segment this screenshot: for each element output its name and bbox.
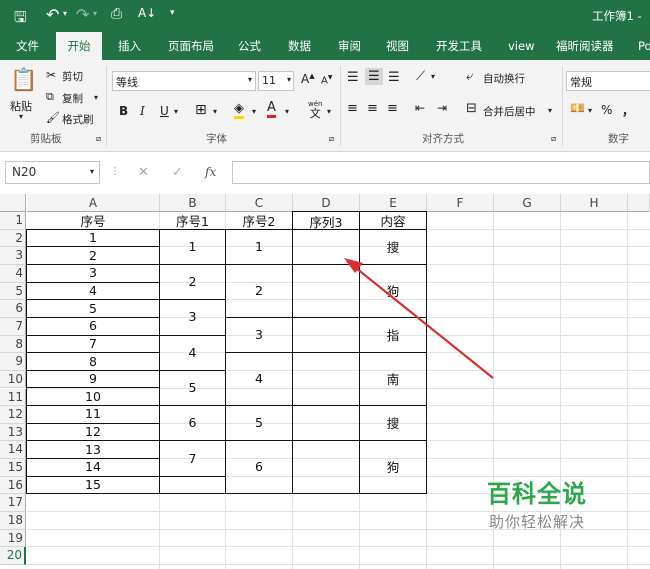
watermark-subtitle: 助你轻松解决 (488, 513, 585, 531)
tab-view-en[interactable]: view (508, 32, 534, 60)
tab-page-layout[interactable]: 页面布局 (168, 32, 214, 60)
wrap-text-icon[interactable]: ⤶ (466, 69, 473, 84)
font-launcher-icon[interactable]: ⧄ (329, 134, 334, 144)
clipboard-launcher-icon[interactable]: ⧄ (96, 134, 101, 144)
ribbon: 📋 粘贴 ▾ ✂ 剪切 ⧉ 复制 ▾ 🖌 格式刷 剪贴板 ⧄ 等线 ▾ 11 ▾… (0, 60, 650, 152)
name-box[interactable]: N20 ▾ (5, 161, 100, 184)
italic-button[interactable]: I (140, 104, 145, 118)
tab-file[interactable]: 文件 (16, 32, 39, 60)
align-top-icon[interactable]: ☰ (347, 70, 359, 85)
alignment-group-label: 对齐方式 (422, 133, 464, 145)
alignment-launcher-icon[interactable]: ⧄ (551, 134, 556, 144)
underline-button[interactable]: U (160, 104, 169, 118)
document-title: 工作簿1 - (592, 9, 642, 23)
chevron-down-icon[interactable]: ▾ (285, 107, 289, 116)
sort-icon[interactable]: A↓ (138, 6, 156, 20)
merge-center-button[interactable]: 合并后居中 (483, 104, 536, 119)
chevron-down-icon: ▾ (247, 75, 252, 84)
chevron-down-icon[interactable]: ▾ (327, 107, 331, 116)
cut-button[interactable]: 剪切 (62, 69, 83, 84)
redo-dropdown-icon[interactable]: ▾ (93, 9, 97, 18)
tab-review[interactable]: 审阅 (338, 32, 361, 60)
orientation-icon[interactable]: ⟋ (416, 69, 425, 84)
formula-bar: N20 ▾ ⋮ ✕ ✓ fx (0, 152, 650, 194)
phonetic-char: 文 (309, 107, 321, 120)
font-name-value: 等线 (116, 76, 138, 89)
wrap-text-button[interactable]: 自动换行 (483, 71, 525, 86)
tab-formulas[interactable]: 公式 (238, 32, 261, 60)
decrease-indent-icon[interactable]: ⇤ (415, 101, 425, 115)
arrow-shaft (355, 267, 494, 379)
currency-icon[interactable]: 💴 (570, 101, 585, 115)
formula-input[interactable] (232, 161, 650, 184)
watermark-title: 百科全说 (487, 480, 587, 508)
bold-button[interactable]: B (119, 104, 128, 118)
chevron-down-icon[interactable]: ▾ (431, 72, 435, 81)
chevron-down-icon[interactable]: ▾ (548, 106, 552, 115)
divider (340, 66, 341, 146)
chevron-down-icon[interactable]: ▾ (588, 106, 592, 115)
customize-toolbar-icon[interactable]: ▾ (170, 8, 175, 18)
align-center-icon[interactable]: ≡ (367, 101, 378, 116)
tab-more[interactable]: Po (638, 32, 650, 60)
font-name-select[interactable]: 等线 ▾ (112, 71, 256, 91)
chevron-down-icon[interactable]: ▾ (213, 107, 217, 116)
number-format-value: 常规 (570, 76, 592, 89)
align-left-icon[interactable]: ≡ (347, 101, 358, 116)
cancel-icon[interactable]: ✕ (138, 165, 149, 180)
chevron-down-icon[interactable]: ▾ (174, 107, 178, 116)
redo-icon[interactable]: ↷ (76, 5, 89, 24)
tab-foxit-reader[interactable]: 福昕阅读器 (556, 32, 614, 60)
percent-button[interactable]: % (601, 103, 612, 117)
print-preview-icon[interactable]: ⎙ (111, 6, 122, 22)
tab-insert[interactable]: 插入 (118, 32, 141, 60)
font-group-label: 字体 (206, 133, 227, 145)
number-group-label: 数字 (608, 133, 629, 145)
font-size-value: 11 (262, 74, 276, 87)
undo-icon[interactable]: ↶ (46, 5, 59, 24)
cut-icon[interactable]: ✂ (46, 68, 56, 82)
format-painter-button[interactable]: 格式刷 (62, 112, 94, 127)
borders-icon[interactable]: ⊞ (195, 102, 207, 118)
align-middle-icon[interactable]: ☰ (365, 68, 383, 85)
enter-icon[interactable]: ✓ (172, 165, 183, 180)
align-bottom-icon[interactable]: ☰ (388, 70, 400, 85)
spreadsheet-grid[interactable]: ABCDEFGH 1 2 3 4 5 6 7 8 9 10 11 12 13 14 15 16 17 18 19 20… (0, 194, 650, 569)
tab-view[interactable]: 视图 (386, 32, 409, 60)
align-right-icon[interactable]: ≡ (387, 101, 398, 116)
chevron-down-icon[interactable]: ▾ (252, 107, 256, 116)
paste-icon[interactable]: 📋 (10, 68, 37, 93)
phonetic-guide-icon[interactable]: wén 文 (308, 99, 322, 120)
name-box-value: N20 (12, 165, 37, 179)
number-format-select[interactable]: 常规 (566, 71, 650, 91)
tab-data[interactable]: 数据 (288, 32, 311, 60)
tab-developer[interactable]: 开发工具 (436, 32, 482, 60)
copy-button[interactable]: 复制 (62, 91, 83, 106)
ribbon-tab-bar: 文件 开始 插入 页面布局 公式 数据 审阅 视图 开发工具 view 福昕阅读… (0, 32, 650, 60)
copy-icon[interactable]: ⧉ (46, 90, 54, 104)
chevron-down-icon: ▾ (286, 75, 291, 84)
clipboard-group-label: 剪贴板 (30, 133, 62, 145)
tab-home[interactable]: 开始 (56, 32, 102, 60)
more-options-icon[interactable]: ⋮ (110, 166, 120, 177)
increase-font-icon[interactable]: A▲ (301, 72, 315, 86)
insert-function-button[interactable]: fx (205, 165, 216, 179)
paste-dropdown-icon[interactable]: ▾ (19, 112, 23, 121)
divider (562, 66, 563, 146)
increase-indent-icon[interactable]: ⇥ (437, 101, 447, 115)
copy-dropdown-icon[interactable]: ▾ (94, 93, 98, 102)
chevron-down-icon: ▾ (89, 167, 94, 176)
font-color-icon[interactable]: A (267, 100, 276, 118)
comma-style-button[interactable]: ， (622, 102, 634, 119)
format-painter-icon[interactable]: 🖌 (46, 111, 60, 124)
title-bar: 🖫 ↶ ▾ ↷ ▾ ⎙ A↓ ▾ 工作簿1 - (0, 0, 650, 32)
divider (106, 66, 107, 146)
decrease-font-icon[interactable]: A▼ (321, 74, 332, 86)
save-icon[interactable]: 🖫 (14, 7, 27, 32)
merge-center-icon[interactable]: ⊟ (466, 101, 477, 116)
font-size-select[interactable]: 11 ▾ (258, 71, 294, 91)
undo-dropdown-icon[interactable]: ▾ (63, 9, 67, 18)
fill-color-icon[interactable]: ◈ (234, 101, 244, 119)
watermark: 百科全说 助你轻松解决 (462, 474, 612, 532)
